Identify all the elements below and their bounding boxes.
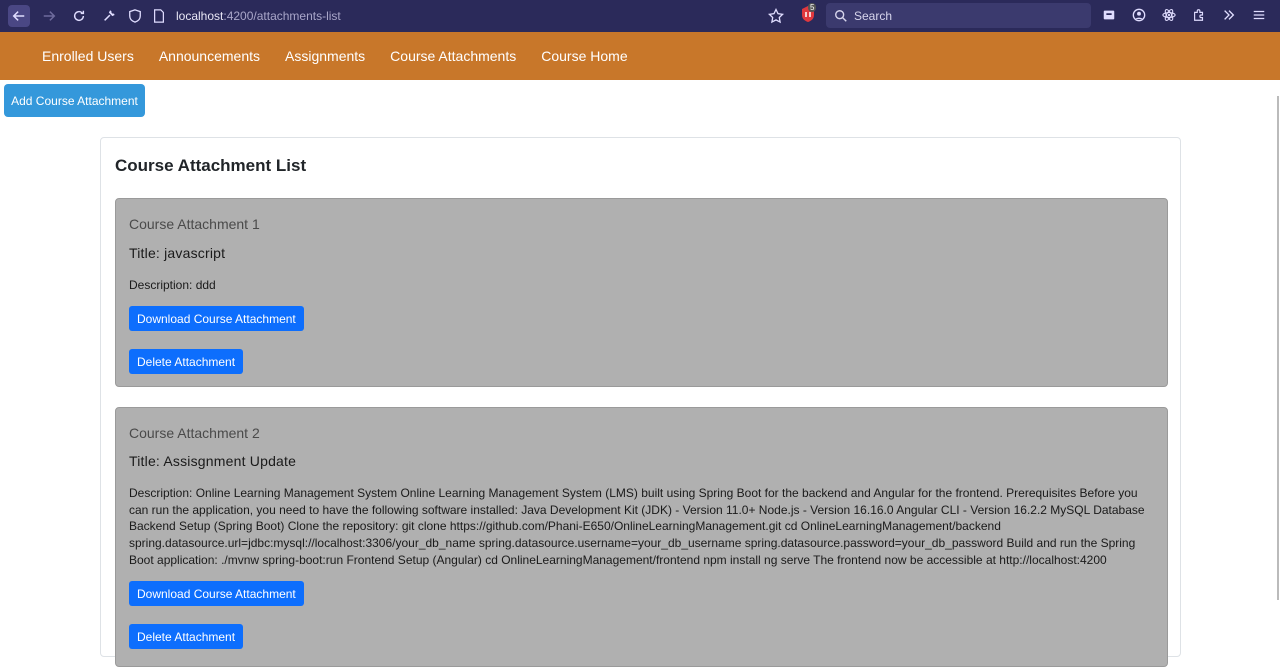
puzzle-icon xyxy=(1194,9,1204,21)
overflow-toolbar-button[interactable] xyxy=(1220,6,1238,24)
reload-icon xyxy=(73,10,85,22)
attachment-title: Title: javascript xyxy=(129,245,226,261)
forward-button[interactable] xyxy=(38,5,60,27)
url-text: localhost:4200/attachments-list xyxy=(176,9,341,23)
search-icon xyxy=(835,9,847,22)
chevron-double-right-icon xyxy=(1224,10,1235,20)
delete-attachment-button[interactable]: Delete Attachment xyxy=(129,349,244,374)
downloads-toolbar-button[interactable] xyxy=(1100,6,1118,24)
attachment-description: Description: ddd xyxy=(129,278,216,292)
wrench-icon xyxy=(104,10,115,21)
attachment-item: Course Attachment 2 Title: Assisgnment U… xyxy=(115,407,1168,667)
account-toolbar-button[interactable] xyxy=(1130,6,1148,24)
attachment-title: Title: Assisgnment Update xyxy=(129,453,297,469)
download-attachment-button[interactable]: Download Course Attachment xyxy=(129,306,304,331)
react-devtools-button[interactable] xyxy=(1160,6,1178,24)
attachment-list-card: Course Attachment List Course Attachment… xyxy=(100,137,1181,667)
shield-icon xyxy=(129,9,141,23)
add-course-attachment-button[interactable]: Add Course Attachment xyxy=(4,84,145,117)
atom-icon xyxy=(1162,9,1176,21)
card-title: Course Attachment List xyxy=(115,156,307,175)
page-icon xyxy=(154,9,164,23)
address-bar[interactable]: localhost:4200/attachments-list xyxy=(128,4,818,28)
archive-icon xyxy=(1103,10,1115,20)
attachment-description: Description: Online Learning Management … xyxy=(129,486,1145,567)
nav-enrolled-users[interactable]: Enrolled Users xyxy=(42,48,134,64)
delete-attachment-button[interactable]: Delete Attachment xyxy=(129,624,244,649)
account-icon xyxy=(1132,8,1146,22)
browser-toolbar: localhost:4200/attachments-list 5 Search xyxy=(0,0,1280,32)
attachment-heading: Course Attachment 2 xyxy=(129,425,260,441)
app-navbar: Enrolled Users Announcements Assignments… xyxy=(0,32,1280,80)
download-attachment-button[interactable]: Download Course Attachment xyxy=(129,581,304,606)
hamburger-icon xyxy=(1253,10,1265,20)
bookmark-star-icon[interactable] xyxy=(768,8,784,24)
attachment-heading: Course Attachment 1 xyxy=(129,216,260,232)
page-scrollbar[interactable] xyxy=(1277,96,1279,600)
arrow-left-icon xyxy=(12,11,25,21)
menu-button[interactable] xyxy=(1250,6,1268,24)
nav-announcements[interactable]: Announcements xyxy=(159,48,260,64)
nav-course-attachments[interactable]: Course Attachments xyxy=(390,48,516,64)
nav-course-home[interactable]: Course Home xyxy=(541,48,627,64)
attachment-item: Course Attachment 1 Title: javascript De… xyxy=(115,198,1168,387)
arrow-right-icon xyxy=(43,11,56,21)
back-button[interactable] xyxy=(8,5,30,27)
reload-button[interactable] xyxy=(68,5,90,27)
tools-button[interactable] xyxy=(98,5,120,27)
nav-assignments[interactable]: Assignments xyxy=(285,48,365,64)
extensions-toolbar-button[interactable] xyxy=(1190,6,1208,24)
search-input[interactable]: Search xyxy=(826,3,1091,28)
